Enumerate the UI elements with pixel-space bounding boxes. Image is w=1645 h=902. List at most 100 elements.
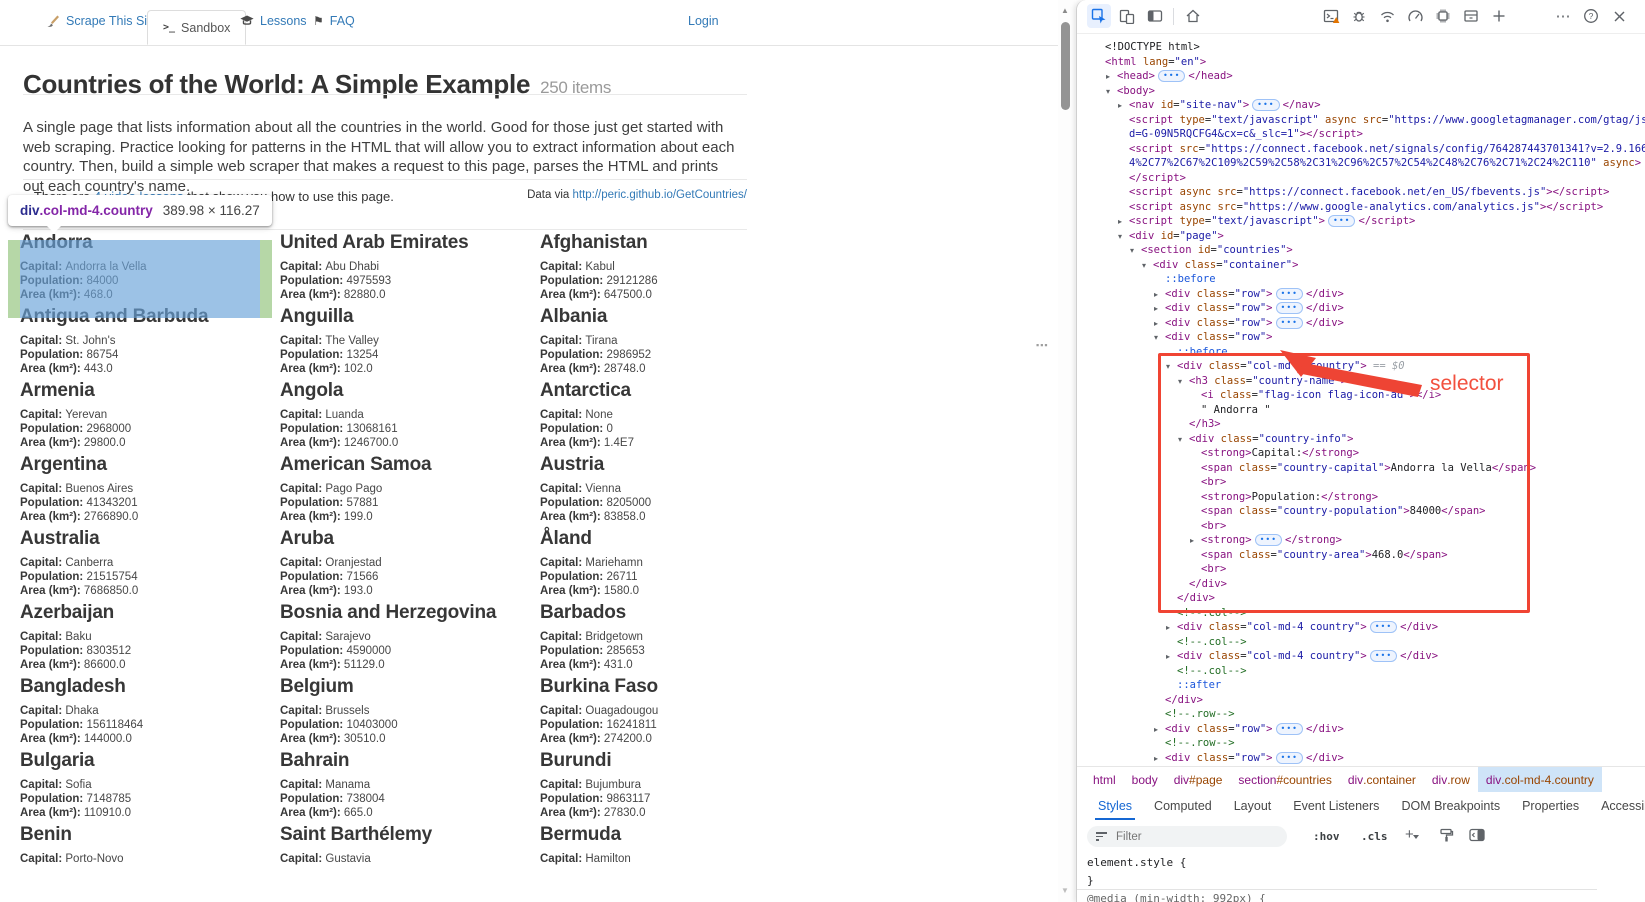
breadcrumb-item[interactable]: html [1085,767,1124,793]
dom-tree-node[interactable]: <strong>Population:</strong> [1077,490,1645,505]
dom-tree-node[interactable]: ▸<div class="row">•••</div> [1077,301,1645,316]
dom-tree-node[interactable]: d=G-09N5RQCFG4&cx=c&_slc=1"></script> [1077,127,1645,142]
dom-tree-node[interactable]: ▾<div class="country-info"> [1077,432,1645,447]
breadcrumb-item[interactable]: div#page [1166,767,1231,793]
expand-arrow-icon[interactable]: ▸ [1154,288,1165,303]
expand-arrow-icon[interactable]: ▸ [1154,317,1165,332]
media-query-rule[interactable]: @media (min-width: 992px) { [1087,892,1266,902]
home-button[interactable] [1181,4,1205,28]
nav-brand-link[interactable]: Scrape This Site [46,14,157,28]
nav-lessons-link[interactable]: Lessons [240,14,307,28]
sidebar-tab-styles[interactable]: Styles [1087,792,1143,820]
breadcrumb-item[interactable]: div.col-md-4.country [1478,767,1602,793]
dom-tree-node[interactable]: <!--.col--> [1077,635,1645,650]
more-options-button[interactable]: ⋯ [1551,4,1575,28]
dom-tree-node[interactable]: ::before [1077,272,1645,287]
dom-tree-node[interactable]: ▸<div class="col-md-4 country">•••</div> [1077,649,1645,664]
dom-tree-node[interactable]: <span class="country-capital">Andorra la… [1077,461,1645,476]
expand-arrow-icon[interactable]: ▸ [1106,70,1117,85]
dom-tree-node[interactable]: <br> [1077,562,1645,577]
dom-tree-node[interactable]: <!--.col--> [1077,606,1645,621]
dom-tree-node[interactable]: <script type="text/javascript" async src… [1077,113,1645,128]
help-button[interactable]: ? [1579,4,1603,28]
expand-ellipsis-button[interactable]: ••• [1276,302,1303,314]
breadcrumb-item[interactable]: div.container [1340,767,1424,793]
expand-arrow-icon[interactable]: ▸ [1154,723,1165,738]
breadcrumb-item[interactable]: body [1124,767,1166,793]
sidebar-tab-event-listeners[interactable]: Event Listeners [1282,792,1390,820]
expand-arrow-icon[interactable]: ▸ [1154,302,1165,317]
sidebar-tab-layout[interactable]: Layout [1223,792,1283,820]
scrollbar-down-arrow[interactable]: ▼ [1061,886,1069,895]
issues-bug-button[interactable] [1347,4,1371,28]
dom-tree-node[interactable]: 4%2C77%2C67%2C109%2C59%2C58%2C31%2C96%2C… [1077,156,1645,171]
dom-tree-node[interactable]: ▸<nav id="site-nav">•••</nav> [1077,98,1645,113]
dom-tree-node[interactable]: ▸<div class="col-md-4 country">•••</div> [1077,620,1645,635]
sidebar-tab-dom-breakpoints[interactable]: DOM Breakpoints [1390,792,1511,820]
dom-tree-node[interactable]: </div> [1077,577,1645,592]
expand-ellipsis-button[interactable]: ••• [1370,621,1397,633]
dom-tree-node[interactable]: </script> [1077,171,1645,186]
styles-filter-input-wrap[interactable] [1087,826,1287,847]
dom-tree-node[interactable]: ▸<head>•••</head> [1077,69,1645,84]
dom-tree-node[interactable]: </div> [1077,693,1645,708]
styles-filter-input[interactable] [1114,830,1268,844]
expand-ellipsis-button[interactable]: ••• [1276,317,1303,329]
add-tool-button[interactable] [1487,4,1511,28]
dom-tree-node[interactable]: ▾<section id="countries"> [1077,243,1645,258]
dom-tree-node[interactable]: <span class="country-area">468.0</span> [1077,548,1645,563]
expand-ellipsis-button[interactable]: ••• [1276,752,1303,764]
dom-tree-node[interactable]: <script src="https://connect.facebook.ne… [1077,142,1645,157]
dom-tree-node[interactable]: <!DOCTYPE html> [1077,40,1645,55]
expand-ellipsis-button[interactable]: ••• [1158,70,1185,82]
dom-tree-node[interactable]: <script async src="https://connect.faceb… [1077,185,1645,200]
dom-tree-node[interactable]: <br> [1077,475,1645,490]
page-scrollbar[interactable]: ▲ ▼ [1058,0,1075,902]
expand-ellipsis-button[interactable]: ••• [1328,215,1355,227]
expand-ellipsis-button[interactable]: ••• [1252,99,1279,111]
nav-faq-link[interactable]: ⚑ FAQ [313,14,355,28]
data-source-link[interactable]: http://peric.github.io/GetCountries/ [572,189,747,201]
expand-arrow-icon[interactable]: ▸ [1118,99,1129,114]
activity-bar-button[interactable] [1143,4,1167,28]
memory-tool-button[interactable] [1431,4,1455,28]
dom-tree-node[interactable]: </h3> [1077,417,1645,432]
close-devtools-button[interactable] [1607,4,1631,28]
expand-arrow-icon[interactable]: ▸ [1118,215,1129,230]
collapse-arrow-icon[interactable]: ▾ [1118,230,1129,245]
sidebar-tab-accessibility[interactable]: Accessibility [1590,792,1645,820]
dom-tree-node[interactable]: ▸<div class="row">•••</div> [1077,722,1645,737]
tab-sandbox[interactable]: >_ Sandbox [147,10,246,45]
class-toggle[interactable]: .cls [1361,830,1388,843]
dom-tree-node[interactable]: ▾<div id="page"> [1077,229,1645,244]
node-more-actions-dots[interactable]: ▪▪▪ [1036,340,1049,350]
expand-ellipsis-button[interactable]: ••• [1276,288,1303,300]
dom-tree-node[interactable]: ▾<div class="container"> [1077,258,1645,273]
scrollbar-up-arrow[interactable]: ▲ [1061,6,1069,15]
expand-ellipsis-button[interactable]: ••• [1370,650,1397,662]
dom-tree-node[interactable]: ▸<div class="row">•••</div> [1077,287,1645,302]
dom-tree-node[interactable]: <br> [1077,519,1645,534]
dom-tree-node[interactable]: " Andorra " [1077,403,1645,418]
collapse-arrow-icon[interactable]: ▾ [1142,259,1153,274]
dom-tree-node[interactable]: ▾<body> [1077,84,1645,99]
computed-styles-sidebar-toggle[interactable] [1469,828,1485,842]
collapse-arrow-icon[interactable]: ▾ [1106,85,1117,100]
paint-format-icon[interactable] [1439,828,1454,843]
dom-tree-node[interactable]: ::after [1077,678,1645,693]
expand-arrow-icon[interactable]: ▸ [1190,534,1201,549]
breadcrumb-item[interactable]: section#countries [1230,767,1339,793]
device-emulation-button[interactable] [1115,4,1139,28]
expand-ellipsis-button[interactable]: ••• [1255,534,1282,546]
dom-tree-node[interactable]: <span class="country-population">84000</… [1077,504,1645,519]
expand-ellipsis-button[interactable]: ••• [1276,723,1303,735]
collapse-arrow-icon[interactable]: ▾ [1166,360,1177,375]
collapse-arrow-icon[interactable]: ▾ [1130,244,1141,259]
dom-tree-node[interactable]: <!--.row--> [1077,736,1645,751]
collapse-arrow-icon[interactable]: ▾ [1178,375,1189,390]
dom-tree-node[interactable]: <script async src="https://www.google-an… [1077,200,1645,215]
dom-tree-node[interactable]: ▸<div class="row">•••</div> [1077,751,1645,766]
network-tool-button[interactable] [1375,4,1399,28]
expand-arrow-icon[interactable]: ▸ [1166,621,1177,636]
console-tool-button[interactable] [1319,4,1343,28]
